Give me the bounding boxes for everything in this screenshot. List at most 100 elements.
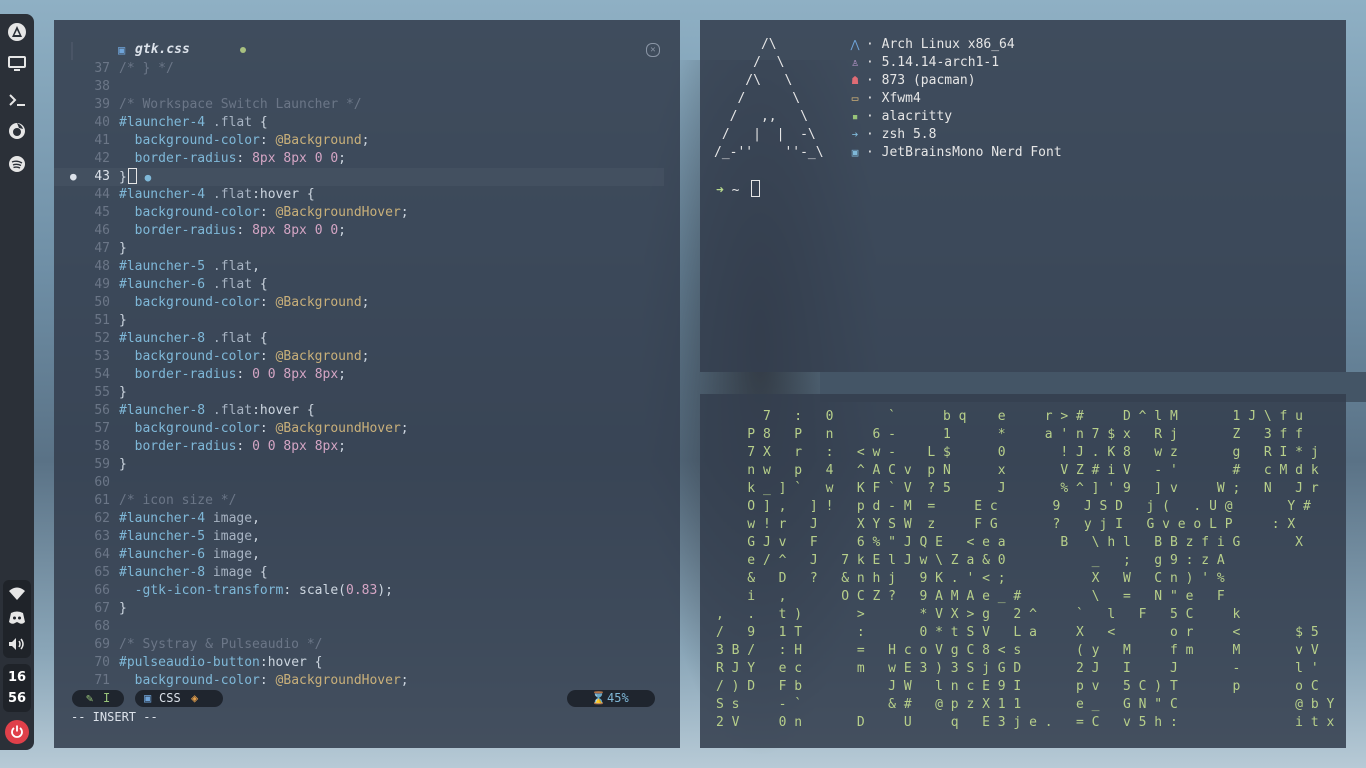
- terminal-window-matrix[interactable]: 7 : 0 ` b q e r > # D ^ l M 1 J \ f u P …: [700, 394, 1346, 748]
- code-line[interactable]: 42 border-radius: 8px 8px 0 0;: [54, 150, 664, 168]
- firefox-icon[interactable]: [3, 117, 31, 145]
- code-text: background-color: @BackgroundHover;: [134, 205, 409, 220]
- system-info-row: ⋀ · Arch Linux x86_64: [848, 36, 1062, 54]
- line-number: 38: [94, 79, 110, 94]
- side-panel: 16 56: [0, 14, 34, 750]
- matrix-row: n w p 4 ^ A C v p N x V Z # i V - ' # c …: [716, 463, 1319, 478]
- code-text: }: [119, 313, 127, 328]
- clock-hour: 16: [7, 670, 27, 685]
- matrix-row: k _ ] ` w K F ` V ? 5 J % ^ ] ' 9 ] v W …: [716, 481, 1319, 496]
- arch-ascii-logo: /\ / \ /\ \ / \ / ,, \ / | | -\ /_-'' ''…: [714, 37, 824, 160]
- code-text: #launcher-4 image,: [119, 511, 260, 526]
- monitor-icon[interactable]: [3, 50, 31, 78]
- code-line[interactable]: 54 border-radius: 0 0 8px 8px;: [54, 366, 664, 384]
- code-line[interactable]: 48 #launcher-5 .flat,: [54, 258, 664, 276]
- shell-icon: ➔: [851, 128, 859, 141]
- mode-message: -- INSERT --: [71, 710, 158, 724]
- code-line[interactable]: 41 background-color: @Background;: [54, 132, 664, 150]
- code-text: border-radius: 0 0 8px 8px;: [134, 367, 346, 382]
- code-line[interactable]: 60: [54, 474, 664, 492]
- line-number: 43: [94, 169, 110, 184]
- code-line[interactable]: 46 border-radius: 8px 8px 0 0;: [54, 222, 664, 240]
- code-line[interactable]: 62 #launcher-4 image,: [54, 510, 664, 528]
- editor-window[interactable]: ▣ gtk.css ✕ 37 /* } */ 38 39 /* Workspace Sw…: [54, 20, 680, 748]
- close-tab-icon[interactable]: ✕: [646, 43, 660, 57]
- system-info-row: ▭ · Xfwm4: [848, 90, 1062, 108]
- code-line[interactable]: 49 #launcher-6 .flat {: [54, 276, 664, 294]
- line-number: 64: [94, 547, 110, 562]
- code-line[interactable]: 38: [54, 78, 664, 96]
- matrix-row: 3 B / : H = H c o V g C 8 < s ( y M f m …: [716, 643, 1319, 658]
- code-line[interactable]: 45 background-color: @BackgroundHover;: [54, 204, 664, 222]
- shell-prompt[interactable]: ➜ ~: [716, 180, 761, 198]
- matrix-rain: 7 : 0 ` b q e r > # D ^ l M 1 J \ f u P …: [700, 408, 1346, 732]
- status-line: ✎ I ▣ CSS ◈ ⌛ 45%: [54, 689, 680, 709]
- line-number: 51: [94, 313, 110, 328]
- code-text: #launcher-4 .flat:hover {: [119, 187, 315, 202]
- code-line[interactable]: 59}: [54, 456, 664, 474]
- terminal-icon[interactable]: [3, 86, 31, 114]
- discord-icon[interactable]: [3, 604, 31, 632]
- matrix-row: R J Y e c m w E 3 ) 3 S j G D 2 J I J - …: [716, 661, 1319, 676]
- code-line[interactable]: 56 #launcher-8 .flat:hover {: [54, 402, 664, 420]
- system-info: ⋀ · Arch Linux x86_64 ♙ · 5.14.14-arch1-1 ☗ ·…: [848, 36, 1062, 162]
- code-line[interactable]: 52 #launcher-8 .flat {: [54, 330, 664, 348]
- matrix-row: 7 : 0 ` b q e r > # D ^ l M 1 J \ f u: [716, 409, 1303, 424]
- lightbulb-icon[interactable]: ●: [70, 168, 77, 186]
- code-line[interactable]: 64 #launcher-6 image,: [54, 546, 664, 564]
- code-line[interactable]: 68: [54, 618, 664, 636]
- code-line[interactable]: 57 background-color: @BackgroundHover;: [54, 420, 664, 438]
- tab-filename[interactable]: gtk.css: [135, 42, 190, 57]
- terminal-window-neofetch[interactable]: /\ / \ /\ \ / \ / ,, \ / | | -\ /_-'' ''…: [700, 20, 1346, 372]
- code-line[interactable]: 69 /* Systray & Pulseaudio */: [54, 636, 664, 654]
- code-text: /* icon size */: [119, 493, 237, 508]
- filetype-pill: ▣ CSS ◈: [135, 690, 223, 707]
- code-line[interactable]: 37 /* } */: [54, 60, 664, 78]
- editor-tabbar: ▣ gtk.css ✕: [54, 40, 680, 62]
- line-number: 60: [94, 475, 110, 490]
- terminal-icon: ▪: [851, 110, 859, 123]
- code-line[interactable]: 39 /* Workspace Switch Launcher */: [54, 96, 664, 114]
- filetype-label: CSS: [159, 691, 181, 705]
- code-text: background-color: @BackgroundHover;: [134, 673, 409, 688]
- linux-icon: ♙: [851, 56, 859, 69]
- code-line[interactable]: 71 background-color: @BackgroundHover;: [54, 672, 664, 690]
- code-line[interactable]: 53 background-color: @Background;: [54, 348, 664, 366]
- tray-group: [3, 580, 31, 658]
- spotify-icon[interactable]: [3, 150, 31, 178]
- line-number: 66: [94, 583, 110, 598]
- code-line[interactable]: 47}: [54, 240, 664, 258]
- code-text: /* Systray & Pulseaudio */: [119, 637, 323, 652]
- volume-icon[interactable]: [3, 630, 31, 658]
- code-line[interactable]: 66 -gtk-icon-transform: scale(0.83);: [54, 582, 664, 600]
- system-info-text: · zsh 5.8: [866, 127, 937, 142]
- line-number: 39: [94, 97, 110, 112]
- code-text: border-radius: 8px 8px 0 0;: [134, 151, 346, 166]
- matrix-row: e / ^ J 7 k E l J w \ Z a & 0 _ ; g 9 : …: [716, 553, 1225, 568]
- system-info-text: · 5.14.14-arch1-1: [866, 55, 1000, 70]
- code-line[interactable]: 40 #launcher-4 .flat {: [54, 114, 664, 132]
- line-number: 50: [94, 295, 110, 310]
- code-text: background-color: @Background;: [134, 349, 370, 364]
- arch-logo-icon[interactable]: [3, 18, 31, 46]
- code-line[interactable]: 63 #launcher-5 image,: [54, 528, 664, 546]
- progress-pill: ⌛ 45%: [567, 690, 655, 707]
- code-line[interactable]: 65 #launcher-8 image {: [54, 564, 664, 582]
- lightbulb-icon: ●: [144, 171, 152, 184]
- code-line[interactable]: 67}: [54, 600, 664, 618]
- code-line[interactable]: 44 #launcher-4 .flat:hover {: [54, 186, 664, 204]
- prompt-dir: ~: [731, 183, 740, 198]
- code-line[interactable]: 55}: [54, 384, 664, 402]
- code-line[interactable]: 50 background-color: @Background;: [54, 294, 664, 312]
- power-icon[interactable]: [5, 720, 29, 744]
- code-text: /* Workspace Switch Launcher */: [119, 97, 362, 112]
- code-line[interactable]: 61 /* icon size */: [54, 492, 664, 510]
- matrix-row: , . t ) > * V X > g 2 ^ ` l F 5 C k: [716, 607, 1241, 622]
- matrix-row: / 9 1 T : 0 * t S V L a X < o r < $ 5: [716, 625, 1319, 640]
- code-line[interactable]: 58 border-radius: 0 0 8px 8px;: [54, 438, 664, 456]
- code-text: }: [119, 457, 127, 472]
- line-number: 42: [94, 151, 110, 166]
- code-line[interactable]: 70 #pulseaudio-button:hover {: [54, 654, 664, 672]
- code-line[interactable]: 51}: [54, 312, 664, 330]
- code-line[interactable]: ● 43} ●: [54, 168, 664, 186]
